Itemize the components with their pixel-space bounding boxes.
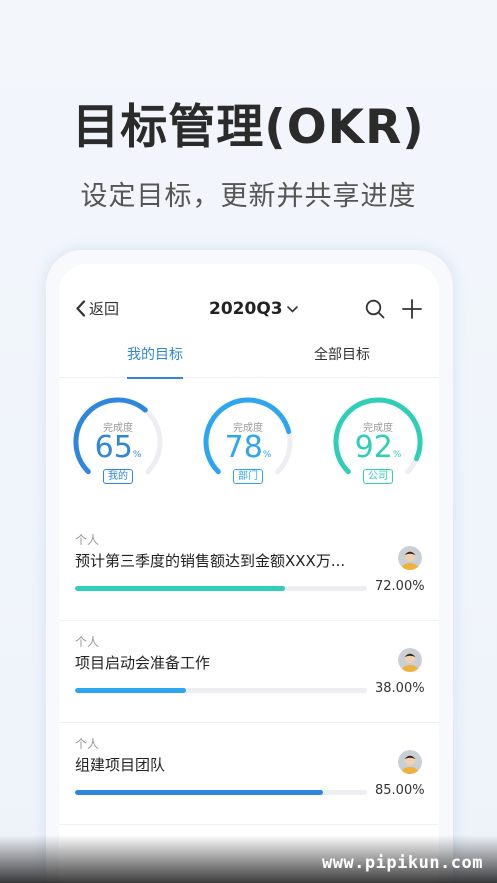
user-avatar-icon [398, 648, 422, 672]
avatar[interactable] [398, 546, 422, 570]
avatar[interactable] [398, 648, 422, 672]
gauge-value: 92% [330, 432, 426, 471]
gauge-value: 65% [70, 432, 166, 471]
plus-icon[interactable] [402, 299, 422, 319]
objective-type: 个人 [75, 737, 100, 751]
objective-item[interactable]: 个人 预计第三季度的销售额达到金额XXX万... 72.00% [59, 519, 439, 621]
avatar[interactable] [398, 750, 422, 774]
gauge-number: 65 [94, 430, 133, 465]
tab-indicator [127, 377, 183, 379]
objective-title: 预计第三季度的销售额达到金额XXX万... [75, 552, 346, 570]
gauge-number: 92 [354, 430, 393, 465]
back-label: 返回 [89, 300, 120, 318]
tab-my-objectives[interactable]: 我的目标 [127, 344, 183, 379]
watermark-banner: www.pipikun.com [0, 835, 497, 883]
gauge-tag: 我的 [103, 469, 133, 484]
objective-title: 组建项目团队 [75, 756, 166, 774]
progress-percent: 72.00% [375, 579, 425, 594]
period-label: 2020Q3 [209, 299, 283, 319]
nav-bar: 返回 2020Q3 [59, 264, 439, 342]
progress-track [75, 688, 367, 693]
gauge-unit: % [132, 450, 142, 460]
progress-percent: 85.00% [375, 783, 425, 798]
objective-item[interactable]: 个人 组建项目团队 85.00% [59, 723, 439, 825]
gauge-unit: % [392, 450, 402, 460]
user-avatar-icon [398, 546, 422, 570]
gauge-company: 完成度 92% 公司 [330, 394, 426, 490]
objective-item[interactable]: 个人 项目启动会准备工作 38.00% [59, 621, 439, 723]
gauge-department: 完成度 78% 部门 [200, 394, 296, 490]
gauge-my: 完成度 65% 我的 [70, 394, 166, 490]
objective-title: 项目启动会准备工作 [75, 654, 211, 672]
objective-type: 个人 [75, 635, 100, 649]
gauge-value: 78% [200, 432, 296, 471]
chevron-left-icon [76, 300, 86, 317]
gauge-number: 78 [224, 430, 263, 465]
period-selector[interactable]: 2020Q3 [209, 299, 298, 319]
tab-label: 全部目标 [314, 347, 370, 363]
progress-fill [75, 688, 186, 693]
watermark-text: www.pipikun.com [321, 853, 483, 873]
gauge-tag: 公司 [363, 469, 393, 484]
tab-bar: 我的目标 全部目标 [59, 344, 439, 379]
objective-type: 个人 [75, 533, 100, 547]
app-screen: 返回 2020Q3 我的目标 全部目标 完成度 65% 我的 完成度 78% 部… [59, 264, 439, 883]
chevron-down-icon [286, 305, 298, 313]
page-subtitle: 设定目标，更新并共享进度 [80, 181, 417, 212]
gauge-tag: 部门 [233, 469, 263, 484]
page-title: 目标管理(OKR) [72, 100, 425, 155]
tab-all-objectives[interactable]: 全部目标 [314, 344, 370, 378]
progress-fill [75, 586, 286, 591]
progress-percent: 38.00% [375, 681, 425, 696]
back-button[interactable]: 返回 [75, 298, 119, 319]
progress-track [75, 790, 367, 795]
progress-fill [75, 790, 324, 795]
search-icon[interactable] [365, 299, 385, 319]
progress-track [75, 586, 367, 591]
gauge-unit: % [262, 450, 272, 460]
tab-label: 我的目标 [127, 347, 183, 363]
user-avatar-icon [398, 750, 422, 774]
